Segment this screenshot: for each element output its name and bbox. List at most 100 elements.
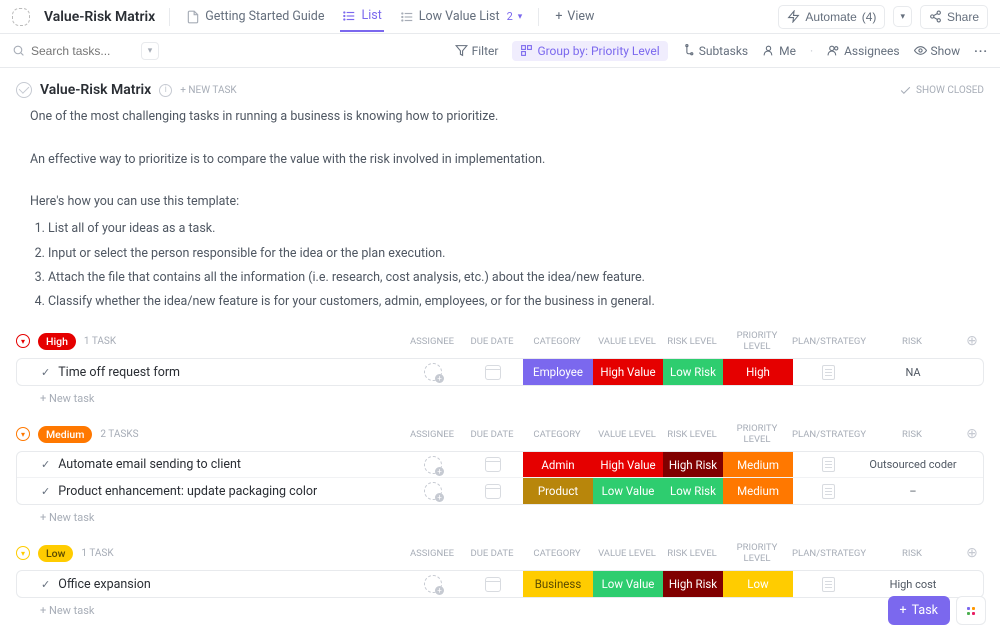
task-name: Product enhancement: update packaging co…	[58, 484, 317, 499]
new-task-fab[interactable]: + Task	[888, 596, 950, 625]
task-name: Office expansion	[58, 577, 151, 592]
risklevel-cell[interactable]: High Risk	[663, 571, 723, 597]
tab-low-value[interactable]: Low Value List 2 ▾	[398, 2, 525, 31]
share-button[interactable]: Share	[920, 5, 988, 29]
desc-li: Attach the file that contains all the in…	[48, 267, 984, 288]
assignee-cell[interactable]	[403, 478, 463, 504]
group-low: ▾ Low 1 TASK ASSIGNEE DUE DATE CATEGORY …	[16, 542, 984, 617]
risklevel-cell[interactable]: High Risk	[663, 452, 723, 477]
groupby-button[interactable]: Group by: Priority Level	[512, 41, 667, 61]
add-view-button[interactable]: + View	[553, 2, 596, 31]
prioritylevel-cell[interactable]: Medium	[723, 452, 793, 477]
apps-fab[interactable]	[956, 596, 986, 625]
plan-cell[interactable]	[793, 571, 863, 597]
cell-spacer	[963, 478, 983, 504]
risk-cell[interactable]: –	[863, 478, 963, 504]
automate-label: Automate	[805, 10, 856, 24]
task-row[interactable]: ✓ Product enhancement: update packaging …	[17, 478, 983, 504]
category-cell[interactable]: Admin	[523, 452, 593, 477]
plan-cell[interactable]	[793, 478, 863, 504]
calendar-icon	[485, 457, 501, 472]
prioritylevel-cell[interactable]: Low	[723, 571, 793, 597]
category-cell[interactable]: Employee	[523, 359, 593, 385]
risklevel-cell[interactable]: Low Risk	[663, 359, 723, 385]
desc-li: Input or select the person responsible f…	[48, 243, 984, 264]
show-closed-label: SHOW CLOSED	[916, 85, 984, 96]
assignee-cell[interactable]	[403, 452, 463, 477]
info-icon[interactable]: i	[159, 84, 172, 97]
col-duedate: DUE DATE	[462, 548, 522, 559]
prioritylevel-cell[interactable]: Medium	[723, 478, 793, 504]
group-pill[interactable]: Medium	[38, 426, 92, 443]
add-column-button[interactable]: ⊕	[962, 545, 982, 561]
more-button[interactable]: ···	[974, 44, 988, 58]
page-title: Value-Risk Matrix	[44, 9, 155, 25]
tab-getting-started[interactable]: Getting Started Guide	[184, 2, 326, 31]
list-icon	[342, 9, 356, 23]
valuelevel-cell[interactable]: Low Value	[593, 478, 663, 504]
col-category: CATEGORY	[522, 429, 592, 440]
tab-list[interactable]: List	[340, 1, 383, 32]
check-icon: ✓	[41, 578, 50, 591]
cell-spacer	[963, 571, 983, 597]
automate-dropdown[interactable]: ▾	[893, 6, 912, 27]
me-button[interactable]: Me	[762, 44, 796, 58]
category-cell[interactable]: Business	[523, 571, 593, 597]
show-label: Show	[931, 44, 961, 58]
add-column-button[interactable]: ⊕	[962, 426, 982, 442]
show-button[interactable]: Show	[914, 44, 961, 58]
assignee-cell[interactable]	[403, 571, 463, 597]
search-dropdown[interactable]: ▾	[141, 42, 159, 60]
show-closed-button[interactable]: SHOW CLOSED	[899, 84, 984, 97]
task-row[interactable]: ✓ Office expansion Business Low Value Hi…	[17, 571, 983, 597]
duedate-cell[interactable]	[463, 571, 523, 597]
subtasks-button[interactable]: Subtasks	[682, 44, 748, 58]
col-plan: PLAN/STRATEGY	[792, 336, 862, 347]
duedate-cell[interactable]	[463, 452, 523, 477]
plus-icon: +	[555, 9, 562, 24]
task-row[interactable]: ✓ Time off request form Employee High Va…	[17, 359, 983, 385]
assignees-button[interactable]: Assignees	[827, 44, 899, 58]
category-cell[interactable]: Product	[523, 478, 593, 504]
col-risklevel: RISK LEVEL	[662, 548, 722, 559]
group-pill[interactable]: High	[38, 333, 76, 350]
new-task-row[interactable]: + New task	[16, 598, 984, 617]
group-pill[interactable]: Low	[38, 545, 73, 562]
plan-cell[interactable]	[793, 359, 863, 385]
collapse-icon[interactable]: ▾	[16, 334, 30, 348]
risk-cell[interactable]: Outsourced coder	[863, 452, 963, 477]
document-icon	[822, 457, 835, 472]
group-header: ▾ High 1 TASK ASSIGNEE DUE DATE CATEGORY…	[16, 330, 984, 358]
collapse-icon[interactable]: ▾	[16, 546, 30, 560]
prioritylevel-cell[interactable]: High	[723, 359, 793, 385]
document-icon	[822, 484, 835, 499]
content: Value-Risk Matrix i + NEW TASK SHOW CLOS…	[0, 68, 1000, 639]
valuelevel-cell[interactable]: High Value	[593, 452, 663, 477]
valuelevel-cell[interactable]: High Value	[593, 359, 663, 385]
desc-list: List all of your ideas as a task. Input …	[48, 218, 984, 312]
filter-button[interactable]: Filter	[455, 44, 499, 58]
valuelevel-cell[interactable]: Low Value	[593, 571, 663, 597]
task-row[interactable]: ✓ Automate email sending to client Admin…	[17, 452, 983, 478]
tab-label: Low Value List	[419, 9, 500, 24]
assignee-cell[interactable]	[403, 359, 463, 385]
new-task-button[interactable]: + NEW TASK	[180, 85, 236, 96]
risk-cell[interactable]: NA	[863, 359, 963, 385]
new-task-row[interactable]: + New task	[16, 386, 984, 405]
new-task-row[interactable]: + New task	[16, 505, 984, 524]
add-column-button[interactable]: ⊕	[962, 333, 982, 349]
duedate-cell[interactable]	[463, 359, 523, 385]
risklevel-cell[interactable]: Low Risk	[663, 478, 723, 504]
filterbar: ▾ Filter Group by: Priority Level Subtas…	[0, 34, 1000, 68]
col-duedate: DUE DATE	[462, 429, 522, 440]
group-header: ▾ Low 1 TASK ASSIGNEE DUE DATE CATEGORY …	[16, 542, 984, 570]
search-icon	[12, 44, 25, 57]
collapse-icon[interactable]: ▾	[16, 427, 30, 441]
duedate-cell[interactable]	[463, 478, 523, 504]
list-icon	[400, 10, 414, 24]
automate-button[interactable]: Automate (4)	[778, 5, 885, 29]
divider	[169, 8, 170, 26]
risk-cell[interactable]: High cost	[863, 571, 963, 597]
plan-cell[interactable]	[793, 452, 863, 477]
search-input[interactable]	[31, 44, 131, 58]
